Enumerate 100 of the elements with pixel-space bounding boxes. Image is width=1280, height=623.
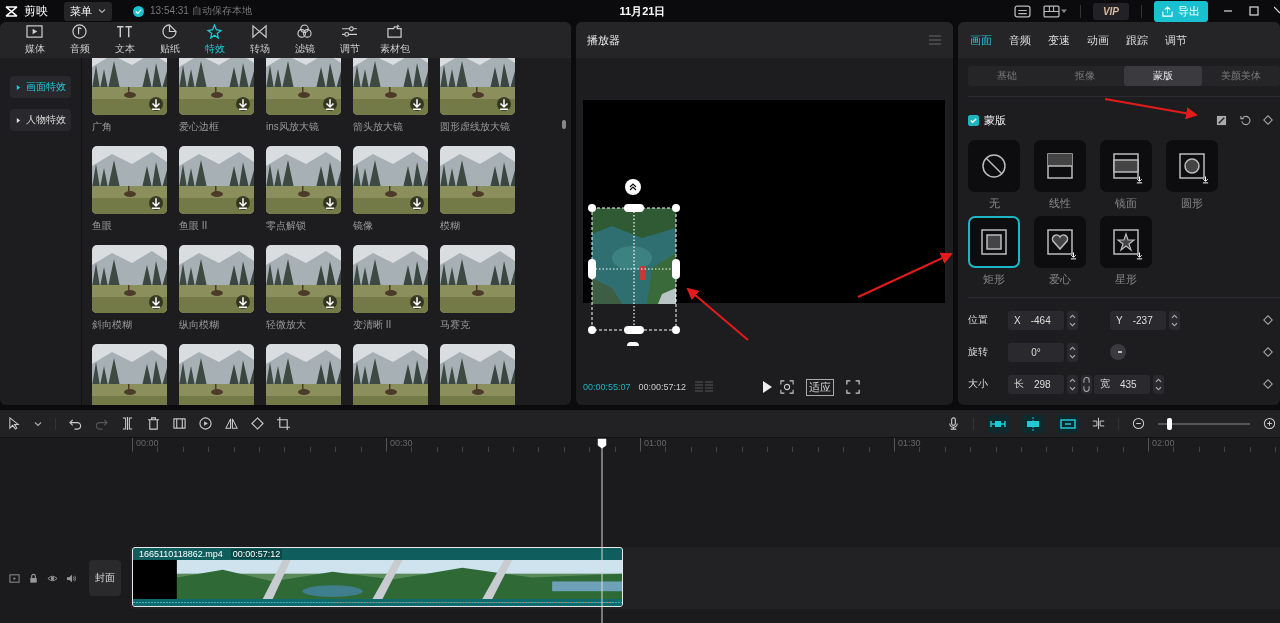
vip-badge[interactable]: VIP [1092,2,1129,20]
scrollbar-thumb[interactable] [562,120,566,129]
lock-icon[interactable] [28,572,39,584]
invert-icon[interactable] [1216,114,1227,126]
download-icon[interactable] [410,295,424,309]
crop-icon[interactable] [277,417,290,430]
snap-icon[interactable] [1022,414,1044,433]
keyframe-icon[interactable] [1262,314,1274,326]
segment-tab[interactable]: 抠像 [1046,66,1124,86]
download-icon[interactable] [323,295,337,309]
video-track-icon[interactable] [9,572,20,584]
stepper-icon[interactable] [1067,342,1078,362]
mask-shape-tile[interactable] [1034,216,1086,268]
mask-checkbox[interactable] [968,114,979,126]
toolbar-tab[interactable]: 调节 [327,22,372,58]
undo-icon[interactable] [69,417,82,430]
cursor-icon[interactable] [8,417,21,430]
speaker-icon[interactable] [66,572,77,584]
toolbar-tab[interactable]: 特效 [192,22,237,58]
slider-thumb[interactable] [1167,417,1173,430]
download-icon[interactable] [323,196,337,210]
keyframe-icon[interactable] [1262,378,1274,390]
toolbar-tab[interactable]: 文本 [102,22,147,58]
reset-icon[interactable] [1240,114,1251,126]
rotation-field[interactable]: 0° [1008,342,1064,362]
layout-icon[interactable] [1042,4,1060,18]
x-field[interactable]: X -464 [1008,310,1064,330]
keyframe-icon[interactable] [1262,114,1274,126]
split-view-icon[interactable] [1092,417,1105,430]
keyframe-icon[interactable] [1262,346,1274,358]
download-icon[interactable] [1069,251,1078,260]
link-clips-icon[interactable] [987,414,1009,433]
stepper-icon[interactable] [1067,374,1078,394]
keyboard-icon[interactable] [1013,4,1031,18]
split-icon[interactable] [121,417,134,430]
segment-tab[interactable]: 美颜美体 [1202,66,1280,86]
inspector-tab[interactable]: 画面 [970,32,992,48]
fit-button[interactable]: 适应 [806,378,835,396]
segment-tab[interactable]: 蒙版 [1124,66,1202,86]
inspector-tab[interactable]: 动画 [1087,32,1109,48]
segment-tab[interactable]: 基础 [968,66,1046,86]
cover-button[interactable]: 封面 [89,560,121,596]
link-icon[interactable] [1081,374,1092,394]
zoom-in-icon[interactable] [1263,417,1276,430]
menu-button[interactable]: 菜单 [64,1,112,21]
toolbar-tab[interactable]: 贴纸 [147,22,192,58]
width-field[interactable]: 长 298 [1008,374,1064,394]
mask-bounding-box[interactable] [587,203,681,335]
stepper-icon[interactable] [1153,374,1164,394]
download-icon[interactable] [149,295,163,309]
toolbar-tab[interactable]: 素材包 [372,22,417,58]
video-clip[interactable]: 1665110118862.mp4 00:00:57:12 [132,547,623,607]
download-icon[interactable] [236,196,250,210]
mask-shape-tile[interactable] [1034,140,1086,192]
inspector-tab[interactable]: 变速 [1048,32,1070,48]
maximize-icon[interactable] [1248,5,1260,17]
playhead[interactable] [597,438,607,623]
download-icon[interactable] [323,97,337,111]
fullscreen-icon[interactable] [846,380,861,394]
download-icon[interactable] [236,97,250,111]
download-icon[interactable] [1201,175,1210,184]
height-field[interactable]: 宽 435 [1094,374,1150,394]
inspector-tab[interactable]: 音频 [1009,32,1031,48]
download-icon[interactable] [410,196,424,210]
inspector-tab[interactable]: 调节 [1165,32,1187,48]
mask-shape-tile[interactable] [968,216,1020,268]
toolbar-tab[interactable]: 滤镜 [282,22,327,58]
inspector-tab[interactable]: 跟踪 [1126,32,1148,48]
stepper-icon[interactable] [1169,310,1180,330]
toolbar-tab[interactable]: 转场 [237,22,282,58]
play-icon[interactable] [762,381,773,393]
rotation-knob[interactable] [1110,344,1126,360]
sidebar-item[interactable]: 画面特效 [10,76,71,98]
download-icon[interactable] [497,97,511,111]
freeze-frame-icon[interactable] [173,417,186,430]
download-icon[interactable] [1135,175,1144,184]
microphone-icon[interactable] [947,417,960,430]
caret-icon[interactable] [1059,7,1068,15]
mask-shape-tile[interactable] [1100,216,1152,268]
mask-shape-tile[interactable] [1166,140,1218,192]
download-icon[interactable] [149,97,163,111]
toolbar-tab[interactable]: 媒体 [12,22,57,58]
play-circle-icon[interactable] [199,417,212,430]
download-icon[interactable] [1135,251,1144,260]
mask-shape-tile[interactable] [1100,140,1152,192]
caret-icon[interactable] [34,419,42,428]
stepper-icon[interactable] [1067,310,1078,330]
toolbar-tab[interactable]: 音频 [57,22,102,58]
zoom-frame-icon[interactable] [780,380,795,394]
download-icon[interactable] [149,196,163,210]
bottom-handle[interactable] [627,342,639,346]
mask-shape-tile[interactable] [968,140,1020,192]
mirror-icon[interactable] [225,417,238,430]
y-field[interactable]: Y -237 [1110,310,1166,330]
zoom-out-icon[interactable] [1132,417,1145,430]
preview-axis-icon[interactable] [1057,414,1079,433]
delete-icon[interactable] [147,417,160,430]
download-icon[interactable] [410,97,424,111]
download-icon[interactable] [236,295,250,309]
sidebar-item[interactable]: 人物特效 [10,109,71,131]
